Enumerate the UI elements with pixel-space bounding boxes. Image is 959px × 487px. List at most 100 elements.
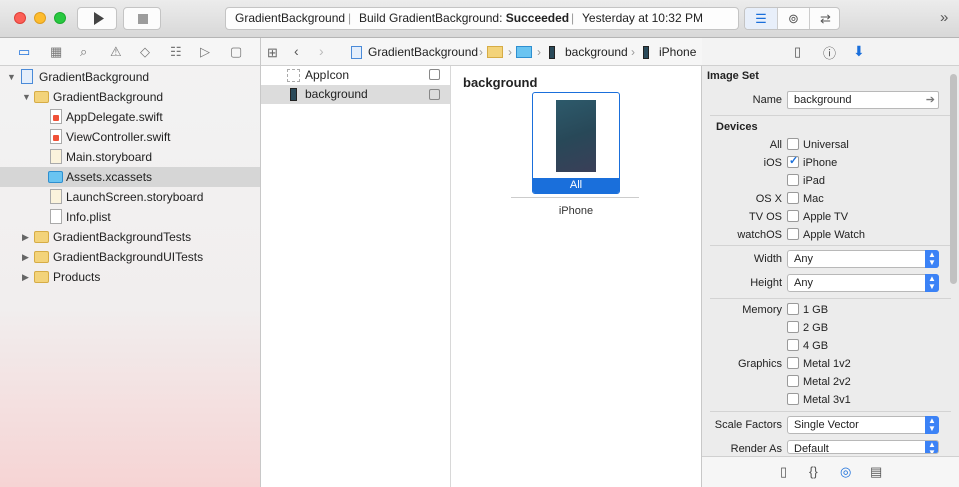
- jump-project[interactable]: GradientBackground: [368, 45, 478, 59]
- editor-mode-control: ☰ ⊚ ⇄: [744, 7, 840, 30]
- symbol-navigator-icon[interactable]: ▦: [50, 44, 62, 60]
- media-library-icon[interactable]: ▤: [870, 464, 882, 480]
- universal-checkbox[interactable]: [787, 138, 799, 150]
- report-navigator-icon[interactable]: ▢: [230, 44, 242, 60]
- file-template-library-icon[interactable]: ▯: [780, 464, 787, 480]
- apple-watch-checkbox[interactable]: [787, 228, 799, 240]
- checkbox-label: 2 GB: [803, 322, 829, 334]
- nav-item-main-storyboard[interactable]: Main.storyboard: [0, 147, 260, 167]
- file-inspector-icon[interactable]: ▯: [794, 44, 801, 60]
- metal-3v1-checkbox[interactable]: [787, 393, 799, 405]
- minimize-window-button[interactable]: [34, 12, 46, 24]
- run-button[interactable]: [77, 7, 117, 30]
- image-set-icon: [290, 88, 297, 101]
- quick-help-icon[interactable]: ⓘ: [823, 43, 836, 62]
- find-navigator-icon[interactable]: ⌕: [80, 44, 87, 60]
- nav-item-assets[interactable]: Assets.xcassets: [0, 167, 260, 187]
- nav-item-appdelegate[interactable]: AppDelegate.swift: [0, 107, 260, 127]
- nav-item-label: ViewController.swift: [66, 130, 171, 144]
- asset-item-background[interactable]: background: [261, 85, 450, 104]
- image-thumbnail: [556, 100, 596, 172]
- issue-navigator-icon[interactable]: ⚠: [110, 44, 122, 60]
- attributes-inspector-icon[interactable]: ⬇: [853, 43, 865, 60]
- debug-navigator-icon[interactable]: ☷: [170, 44, 182, 60]
- nav-item-label: Products: [53, 270, 101, 284]
- height-popup[interactable]: Any ▲ ▼: [787, 274, 939, 292]
- nav-item-uitests[interactable]: ▶ GradientBackgroundUITests: [0, 247, 260, 267]
- asset-catalog-icon[interactable]: [516, 46, 532, 58]
- object-library-icon[interactable]: ◎: [840, 464, 851, 480]
- inspector-scrollbar[interactable]: [950, 74, 957, 284]
- asset-canvas: background All iPhone: [451, 66, 702, 487]
- checkbox-label: Universal: [803, 139, 849, 151]
- nav-item-infoplist[interactable]: Info.plist: [0, 207, 260, 227]
- jump-device[interactable]: iPhone: [659, 45, 696, 59]
- nav-item-label: GradientBackground: [53, 90, 164, 104]
- asset-badge-icon: [429, 69, 440, 80]
- nav-item-viewcontroller[interactable]: ViewController.swift: [0, 127, 260, 147]
- test-navigator-icon[interactable]: ◇: [140, 44, 150, 60]
- metal-1v2-checkbox[interactable]: [787, 357, 799, 369]
- version-editor-icon[interactable]: ⇄: [809, 8, 841, 29]
- section-divider: [710, 245, 951, 246]
- status-build: Build GradientBackground: Succeeded: [359, 8, 569, 29]
- checkbox-label: Metal 3v1: [803, 394, 851, 406]
- nav-item-products[interactable]: ▶ Products: [0, 267, 260, 287]
- apple-tv-checkbox[interactable]: [787, 210, 799, 222]
- zoom-window-button[interactable]: [54, 12, 66, 24]
- toolbar-overflow-icon[interactable]: »: [940, 9, 948, 26]
- nav-item-label: GradientBackground: [39, 70, 150, 84]
- checkbox-label: Apple TV: [803, 211, 849, 223]
- nav-item-label: GradientBackgroundTests: [53, 230, 192, 244]
- graphics-label: Graphics: [737, 358, 782, 370]
- section-divider: [710, 115, 951, 116]
- folder-icon[interactable]: [487, 46, 503, 58]
- iphone-checkbox[interactable]: [787, 154, 799, 168]
- breakpoint-navigator-icon[interactable]: ▷: [200, 44, 210, 60]
- swift-file-icon: [50, 129, 62, 144]
- popup-arrows-icon: ▲ ▼: [925, 250, 939, 268]
- nav-item-tests[interactable]: ▶ GradientBackgroundTests: [0, 227, 260, 247]
- jump-asset[interactable]: background: [565, 45, 628, 59]
- related-items-icon[interactable]: ⊞: [267, 45, 278, 61]
- project-file-icon: [21, 69, 33, 84]
- forward-chevron-icon[interactable]: ›: [319, 43, 324, 59]
- metal-2v2-checkbox[interactable]: [787, 375, 799, 387]
- image-slot-all[interactable]: All: [532, 92, 620, 194]
- width-value: Any: [794, 253, 813, 265]
- code-snippet-library-icon[interactable]: {}: [809, 464, 818, 479]
- disclosure-open-icon[interactable]: ▼: [22, 87, 31, 107]
- mac-checkbox[interactable]: [787, 192, 799, 204]
- width-popup[interactable]: Any ▲ ▼: [787, 250, 939, 268]
- nav-item-launchscreen[interactable]: LaunchScreen.storyboard: [0, 187, 260, 207]
- jump-bar: ⊞ ‹ › GradientBackground › › › backgroun…: [261, 38, 702, 66]
- ipad-checkbox[interactable]: [787, 174, 799, 186]
- close-window-button[interactable]: [14, 12, 26, 24]
- back-chevron-icon[interactable]: ‹: [294, 43, 299, 59]
- nav-item-project[interactable]: ▼ GradientBackground: [0, 67, 260, 87]
- disclosure-closed-icon[interactable]: ▶: [22, 227, 29, 247]
- nav-item-group-gradientbackground[interactable]: ▼ GradientBackground: [0, 87, 260, 107]
- name-label: Name: [752, 94, 782, 106]
- disclosure-closed-icon[interactable]: ▶: [22, 247, 29, 267]
- path-separator-icon: ›: [508, 45, 512, 59]
- assistant-editor-icon[interactable]: ⊚: [777, 8, 809, 29]
- project-navigator-icon[interactable]: ▭: [18, 44, 30, 60]
- status-build-prefix: Build GradientBackground:: [359, 11, 506, 25]
- name-field[interactable]: background ➔: [787, 91, 939, 109]
- standard-editor-icon[interactable]: ☰: [745, 8, 777, 29]
- scale-factors-popup[interactable]: Single Vector ▲ ▼: [787, 416, 939, 434]
- project-navigator: ▭ ▦ ⌕ ⚠ ◇ ☷ ▷ ▢ ▼ GradientBackground ▼ G…: [0, 38, 261, 487]
- memory-2gb-checkbox[interactable]: [787, 321, 799, 333]
- render-as-popup[interactable]: Default ▲ ▼: [787, 440, 939, 454]
- asset-item-appicon[interactable]: AppIcon: [261, 66, 450, 85]
- library-selector-bar: ▯ {} ◎ ▤: [702, 456, 959, 487]
- disclosure-closed-icon[interactable]: ▶: [22, 267, 29, 287]
- play-icon: [94, 12, 104, 25]
- memory-1gb-checkbox[interactable]: [787, 303, 799, 315]
- go-arrow-icon[interactable]: ➔: [926, 92, 935, 108]
- status-time: Yesterday at 10:32 PM: [582, 11, 703, 25]
- stop-button[interactable]: [123, 7, 161, 30]
- disclosure-open-icon[interactable]: ▼: [7, 67, 16, 87]
- memory-4gb-checkbox[interactable]: [787, 339, 799, 351]
